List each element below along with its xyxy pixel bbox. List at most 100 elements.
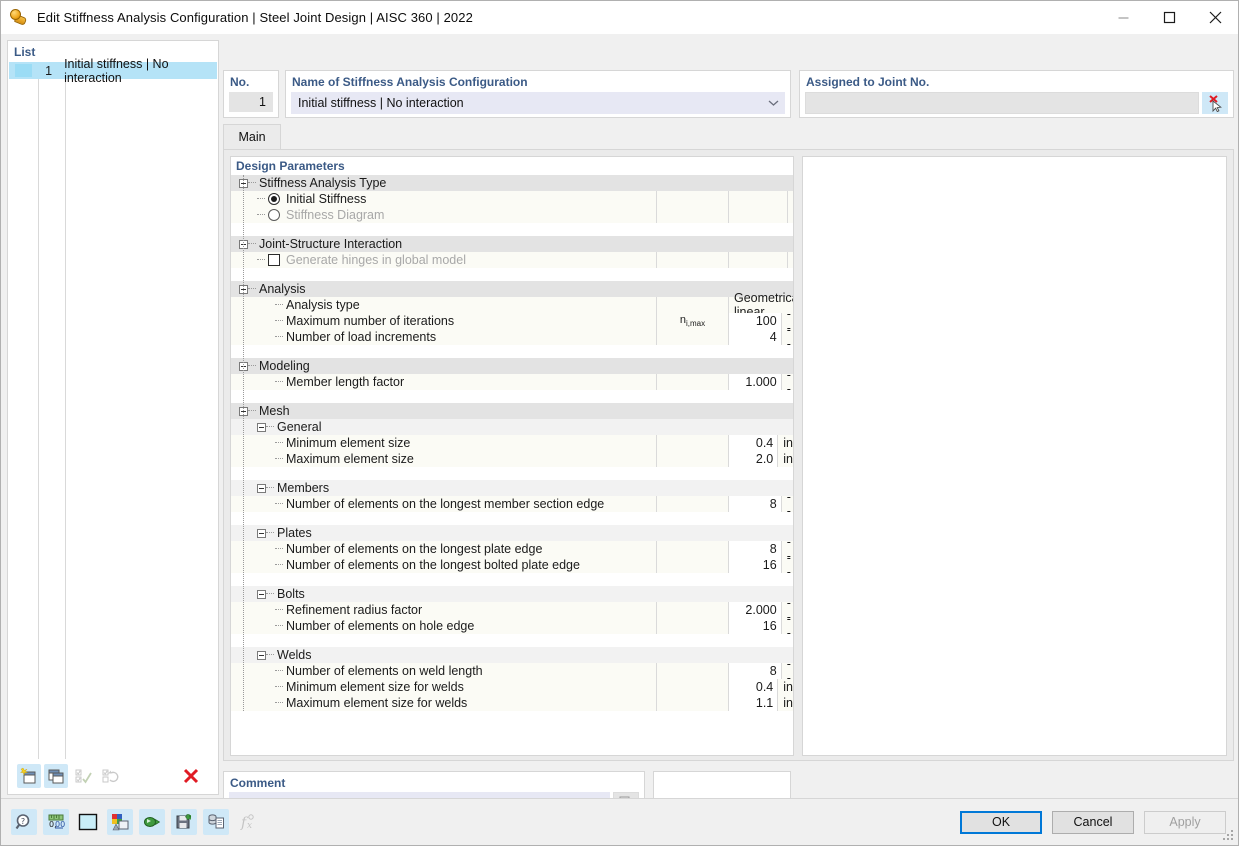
export-icon[interactable] xyxy=(171,809,197,835)
group-row-analysis[interactable]: Analysis xyxy=(231,281,793,297)
parameter-row[interactable]: Maximum element size 2.0 in xyxy=(231,451,793,467)
bolt-icon xyxy=(8,6,30,28)
parameter-value[interactable]: 1.000 xyxy=(728,374,781,390)
parameter-row[interactable]: Analysis type Geometrically linear xyxy=(231,291,793,319)
parameter-row[interactable]: Number of elements on hole edge 16 -- xyxy=(231,612,793,640)
parameter-row[interactable]: Number of elements on the longest plate … xyxy=(231,535,793,563)
cancel-button[interactable]: Cancel xyxy=(1052,810,1134,834)
row-label-cell: Members xyxy=(231,480,656,496)
radio-button[interactable] xyxy=(268,209,280,221)
list-toolbar xyxy=(9,759,217,793)
group-row-members[interactable]: Members xyxy=(231,480,793,496)
group-row-mesh[interactable]: Mesh xyxy=(231,403,793,419)
decimal-places-icon[interactable]: 0, 00 xyxy=(43,809,69,835)
list-panel: List 1 Initial stiffness | No interactio… xyxy=(7,40,219,795)
tree-connector xyxy=(275,609,283,611)
parameter-label: Member length factor xyxy=(286,375,405,389)
import-icon[interactable] xyxy=(139,809,165,835)
minimize-button[interactable] xyxy=(1100,1,1146,33)
parameter-row[interactable]: Maximum number of iterations ni,max 100 -- xyxy=(231,307,793,335)
group-row-joint-structure-interaction[interactable]: Joint-Structure Interaction xyxy=(231,236,793,252)
group-row-general[interactable]: General xyxy=(231,419,793,435)
parameter-row[interactable]: Number of elements on the longest bolted… xyxy=(231,551,793,579)
copy-settings-icon[interactable] xyxy=(203,809,229,835)
group-row-modeling[interactable]: Modeling xyxy=(231,358,793,374)
parameter-label: Refinement radius factor xyxy=(286,603,423,617)
pick-joint-button[interactable] xyxy=(1202,92,1228,114)
parameter-row[interactable]: Minimum element size for welds 0.4 in xyxy=(231,679,793,695)
parameter-value[interactable]: 16 xyxy=(728,557,781,573)
parameter-row[interactable]: Minimum element size 0.4 in xyxy=(231,435,793,451)
new-item-icon[interactable] xyxy=(17,764,41,788)
group-row-bolts[interactable]: Bolts xyxy=(231,586,793,602)
svg-text:?: ? xyxy=(21,817,25,826)
list-item[interactable]: 1 Initial stiffness | No interaction xyxy=(9,57,217,85)
collapse-icon[interactable] xyxy=(257,528,266,538)
tree-connector xyxy=(248,365,256,367)
number-value: 1 xyxy=(229,92,273,112)
parameter-value[interactable]: 8 xyxy=(728,541,781,557)
parameter-unit: in xyxy=(777,435,793,451)
parameter-value[interactable]: 2.0 xyxy=(728,451,778,467)
checkbox-row[interactable]: Generate hinges in global model xyxy=(231,252,793,268)
parameter-row[interactable]: Maximum element size for welds 1.1 in xyxy=(231,695,793,711)
parameter-unit: -- xyxy=(780,323,793,351)
unit-cell xyxy=(787,252,793,268)
display-properties-icon[interactable] xyxy=(107,809,133,835)
grid-spacer-row xyxy=(231,223,793,236)
symbol-cell xyxy=(656,695,728,711)
collapse-icon[interactable] xyxy=(257,483,266,493)
chevron-down-icon[interactable] xyxy=(762,96,784,110)
radio-row[interactable]: Initial Stiffness xyxy=(231,191,793,207)
parameter-row[interactable]: Number of elements on weld length 8 -- xyxy=(231,657,793,685)
parameter-unit: -- xyxy=(780,612,793,640)
parameter-value[interactable]: 8 xyxy=(728,663,781,679)
parameter-value[interactable]: 100 xyxy=(728,313,781,329)
parameter-value[interactable]: 4 xyxy=(728,329,781,345)
parameter-row[interactable]: Member length factor 1.000 -- xyxy=(231,368,793,396)
dialog-window: Edit Stiffness Analysis Configuration | … xyxy=(0,0,1239,846)
collapse-icon[interactable] xyxy=(257,650,266,660)
group-label: Modeling xyxy=(259,359,310,373)
group-label: Joint-Structure Interaction xyxy=(259,237,403,251)
group-row-stiffness-analysis-type[interactable]: Stiffness Analysis Type xyxy=(231,175,793,191)
tab-main[interactable]: Main xyxy=(223,124,281,149)
parameter-row[interactable]: Refinement radius factor 2.000 -- xyxy=(231,596,793,624)
parameter-value[interactable]: 0.4 xyxy=(728,679,778,695)
tree-connector xyxy=(257,259,265,261)
checkbox[interactable] xyxy=(268,254,280,266)
grid-spacer-row xyxy=(231,345,793,358)
collapse-icon[interactable] xyxy=(257,589,266,599)
tab-strip: Main xyxy=(223,124,1234,149)
parameter-value[interactable]: 2.000 xyxy=(728,602,781,618)
tree-connector xyxy=(248,243,256,245)
help-magnifier-icon[interactable]: ? xyxy=(11,809,37,835)
group-row-welds[interactable]: Welds xyxy=(231,647,793,663)
symbol-cell xyxy=(656,297,728,313)
bottom-toolbar: ? 0, 00 f x xyxy=(1,809,261,835)
parameter-row[interactable]: Number of elements on the longest member… xyxy=(231,490,793,518)
close-button[interactable] xyxy=(1192,1,1238,33)
delete-item-icon[interactable] xyxy=(179,764,203,788)
group-row-plates[interactable]: Plates xyxy=(231,525,793,541)
design-parameters-panel: Design Parameters Stiffness Analysis Typ… xyxy=(230,156,794,756)
bottom-bar: ? 0, 00 f x OK Cancel Apply xyxy=(1,798,1238,845)
radio-button[interactable] xyxy=(268,193,280,205)
radio-row[interactable]: Stiffness Diagram xyxy=(231,207,793,223)
maximize-button[interactable] xyxy=(1146,1,1192,33)
copy-item-icon[interactable] xyxy=(44,764,68,788)
resize-grip[interactable] xyxy=(1223,830,1235,842)
parameter-value[interactable]: Geometrically linear xyxy=(728,291,793,319)
parameter-value[interactable]: 8 xyxy=(728,496,781,512)
formula-icon: f x xyxy=(235,809,261,835)
parameter-value[interactable]: 0.4 xyxy=(728,435,778,451)
parameter-value[interactable]: 1.1 xyxy=(728,695,778,711)
color-swatch-icon[interactable] xyxy=(75,809,101,835)
row-label-cell: Stiffness Analysis Type xyxy=(231,175,656,191)
collapse-icon[interactable] xyxy=(257,422,266,432)
ok-button[interactable]: OK xyxy=(960,810,1042,834)
name-combobox[interactable]: Initial stiffness | No interaction xyxy=(291,92,785,114)
parameter-value[interactable]: 16 xyxy=(728,618,781,634)
assigned-input[interactable] xyxy=(805,92,1199,114)
parameter-row[interactable]: Number of load increments 4 -- xyxy=(231,323,793,351)
